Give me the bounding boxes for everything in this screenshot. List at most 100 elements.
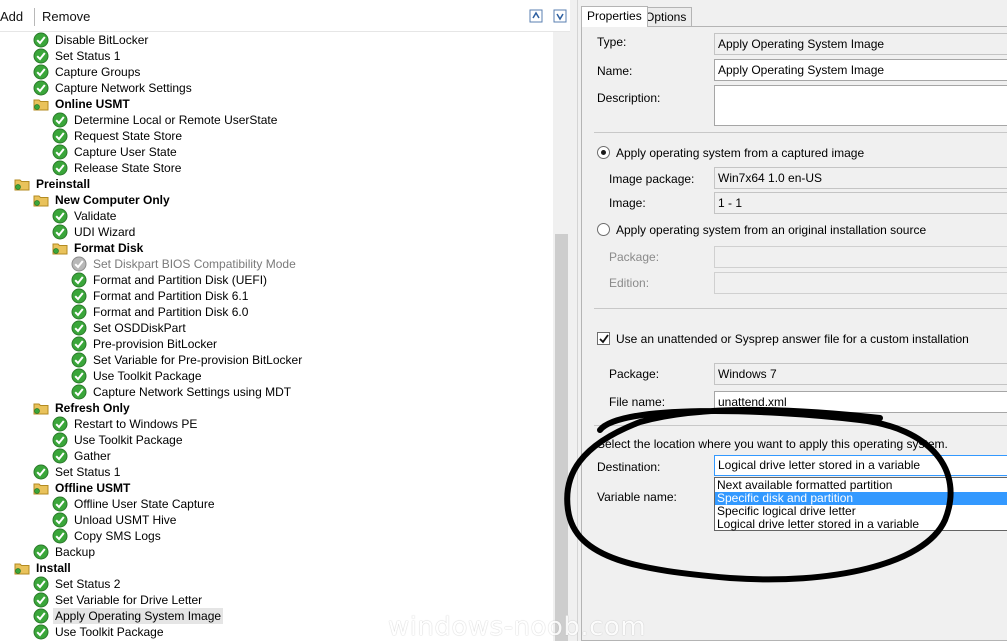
tree-step[interactable]: Backup (33, 544, 97, 560)
pane-splitter[interactable] (571, 0, 578, 641)
tree-group[interactable]: Preinstall (14, 176, 92, 192)
tree-step[interactable]: Restart to Windows PE (52, 416, 199, 432)
watermark: windows-noob.com (388, 612, 647, 641)
tree-group[interactable]: Refresh Only (33, 400, 132, 416)
properties-panel: Type: Apply Operating System Image Name:… (581, 26, 1007, 641)
checkmark-icon (599, 334, 609, 344)
tree-step[interactable]: Disable BitLocker (33, 32, 150, 48)
scrollbar-thumb[interactable] (555, 234, 568, 641)
tree-step[interactable]: Format and Partition Disk (UEFI) (71, 272, 269, 288)
name-label: Name: (597, 64, 633, 78)
check-icon (33, 32, 49, 48)
tree-step[interactable]: UDI Wizard (52, 224, 137, 240)
check-icon (52, 528, 68, 544)
move-up-icon[interactable] (528, 8, 544, 24)
folder-icon (33, 480, 49, 496)
tree-group[interactable]: Offline USMT (33, 480, 132, 496)
tab-properties[interactable]: Properties (581, 6, 648, 27)
description-field[interactable] (714, 85, 1007, 126)
tree-group[interactable]: Install (14, 560, 73, 576)
tree-item-label: Use Toolkit Package (93, 369, 202, 383)
tree-step[interactable]: Format and Partition Disk 6.0 (71, 304, 250, 320)
tree-step[interactable]: Use Toolkit Package (71, 368, 204, 384)
destination-dropdown[interactable]: Logical drive letter stored in a variabl… (714, 455, 1007, 476)
image-select[interactable]: 1 - 1 (714, 192, 1007, 214)
tree-scrollbar[interactable] (553, 32, 570, 641)
tree-step[interactable]: Request State Store (52, 128, 184, 144)
tree-step[interactable]: Copy SMS Logs (52, 528, 163, 544)
tree-step[interactable]: Set Status 1 (33, 464, 122, 480)
destination-label: Destination: (597, 460, 661, 474)
remove-button[interactable]: Remove (42, 9, 90, 24)
check-icon (33, 464, 49, 480)
tree-step[interactable]: Unload USMT Hive (52, 512, 178, 528)
original-source-radio[interactable] (597, 223, 610, 236)
tree-step[interactable]: Release State Store (52, 160, 183, 176)
type-label: Type: (597, 35, 627, 49)
tree-step[interactable]: Set Variable for Drive Letter (33, 592, 204, 608)
check-icon (33, 592, 49, 608)
tree-step[interactable]: Capture Groups (33, 64, 142, 80)
check-icon (52, 112, 68, 128)
tree-item-label: Disable BitLocker (55, 33, 149, 47)
tree-step[interactable]: Set Variable for Pre-provision BitLocker (71, 352, 304, 368)
folder-icon (14, 560, 30, 576)
tree-item-label: Determine Local or Remote UserState (74, 113, 278, 127)
tree-item-label: Backup (55, 545, 96, 559)
tree-step[interactable]: Validate (52, 208, 118, 224)
tree-item-label: Offline User State Capture (74, 497, 215, 511)
tree-step[interactable]: Capture User State (52, 144, 179, 160)
tree-group[interactable]: Format Disk (52, 240, 145, 256)
tree-item-label: Validate (74, 209, 117, 223)
tree-step[interactable]: Use Toolkit Package (33, 624, 166, 640)
tree-step[interactable]: Pre-provision BitLocker (71, 336, 219, 352)
tree-step[interactable]: Use Toolkit Package (52, 432, 185, 448)
properties-pane: Properties Options Type: Apply Operating… (578, 0, 1007, 641)
tree-item-label: Set OSDDiskPart (93, 321, 186, 335)
unattend-package-field: Windows 7 (714, 363, 1007, 385)
tree-step[interactable]: Capture Network Settings using MDT (71, 384, 293, 400)
tree-step[interactable]: Gather (52, 448, 113, 464)
tree-item-label: Refresh Only (55, 401, 130, 415)
tree-item-label: Restart to Windows PE (74, 417, 198, 431)
tree-item-label: Apply Operating System Image (53, 608, 224, 624)
tree-step[interactable]: Set Diskpart BIOS Compatibility Mode (71, 256, 298, 272)
tree-step[interactable]: Apply Operating System Image (33, 608, 224, 624)
captured-image-radio[interactable] (597, 146, 610, 159)
tree-step[interactable]: Determine Local or Remote UserState (52, 112, 279, 128)
toolbar: Add Remove (0, 0, 570, 32)
section-divider (594, 308, 1007, 309)
tree-item-label: Set Diskpart BIOS Compatibility Mode (93, 257, 296, 271)
tree-item-label: Release State Store (74, 161, 182, 175)
unattend-checkbox[interactable] (597, 332, 610, 345)
tree-step[interactable]: Offline User State Capture (52, 496, 217, 512)
tree-step[interactable]: Set OSDDiskPart (71, 320, 188, 336)
tree-item-label: Format and Partition Disk 6.0 (93, 305, 249, 319)
name-field[interactable]: Apply Operating System Image (714, 59, 1007, 81)
check-icon (52, 512, 68, 528)
check-icon (52, 432, 68, 448)
move-down-icon[interactable] (552, 8, 568, 24)
add-button[interactable]: Add (0, 9, 23, 24)
check-icon (52, 224, 68, 240)
tree-step[interactable]: Set Status 1 (33, 48, 122, 64)
tree-step[interactable]: Format and Partition Disk 6.1 (71, 288, 250, 304)
file-name-label: File name: (609, 395, 666, 409)
tree-item-label: Online USMT (55, 97, 130, 111)
tree-item-label: Unload USMT Hive (74, 513, 177, 527)
tree-item-label: Set Status 1 (55, 49, 121, 63)
folder-icon (33, 96, 49, 112)
check-icon (71, 368, 87, 384)
tree-group[interactable]: New Computer Only (33, 192, 172, 208)
destination-option[interactable]: Logical drive letter stored in a variabl… (715, 518, 1007, 531)
tree-step[interactable]: Set Status 2 (33, 576, 122, 592)
file-name-field[interactable]: unattend.xml (714, 391, 1007, 413)
check-icon (33, 576, 49, 592)
section-divider (594, 132, 1007, 133)
check-icon (52, 496, 68, 512)
tree-group[interactable]: Online USMT (33, 96, 132, 112)
tree-item-label: Set Variable for Drive Letter (55, 593, 203, 607)
check-icon (52, 160, 68, 176)
tree-step[interactable]: Capture Network Settings (33, 80, 194, 96)
check-icon (52, 208, 68, 224)
